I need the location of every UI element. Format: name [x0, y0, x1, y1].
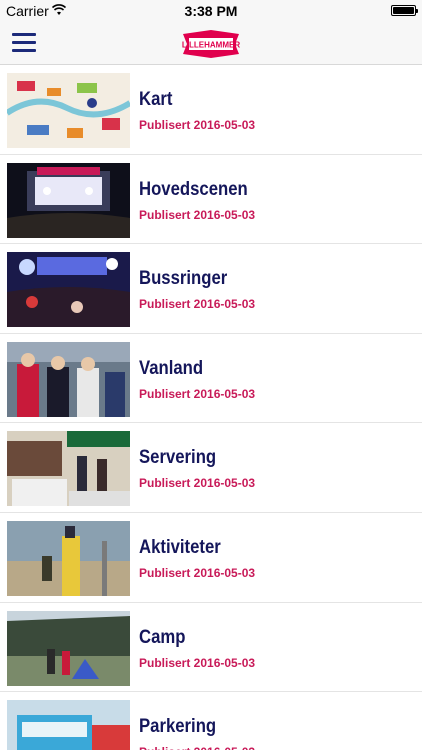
list-item-kart[interactable]: Kart Publisert 2016-05-03: [0, 65, 422, 155]
item-title: Parkering: [139, 716, 217, 738]
status-time: 3:38 PM: [184, 3, 238, 19]
battery-icon: [391, 5, 418, 16]
item-title: Hovedscenen: [139, 178, 248, 200]
article-list: Kart Publisert 2016-05-03 Hovedscenen Publi…: [0, 65, 422, 750]
published-date: Publisert 2016-05-03: [139, 655, 256, 670]
published-date: Publisert 2016-05-03: [139, 297, 256, 312]
item-title: Vanland: [139, 357, 204, 379]
festival-logo: LILLEHAMMER: [182, 30, 240, 58]
published-date: Publisert 2016-05-03: [139, 745, 255, 750]
item-title: Servering: [139, 447, 217, 469]
menu-icon[interactable]: [12, 33, 37, 53]
status-bar: Carrier 3:38 PM: [0, 0, 422, 22]
thumbnail-image: [7, 73, 130, 148]
list-item-servering[interactable]: Servering Publisert 2016-05-03: [0, 423, 422, 513]
thumbnail-image: [7, 341, 130, 417]
published-date: Publisert 2016-05-03: [139, 476, 256, 491]
published-date: Publisert 2016-05-03: [139, 118, 256, 132]
logo-text: LILLEHAMMER: [182, 41, 240, 50]
item-title: Aktiviteter: [139, 536, 221, 558]
navigation-bar: LILLEHAMMER: [0, 22, 422, 65]
thumbnail-image: [7, 610, 130, 686]
thumbnail-image: [7, 431, 130, 507]
list-item-hovedscenen[interactable]: Hovedscenen Publisert 2016-05-03: [0, 155, 422, 245]
published-date: Publisert 2016-05-03: [139, 565, 256, 580]
published-date: Publisert 2016-05-03: [139, 207, 256, 222]
list-item-bussringer[interactable]: Bussringer Publisert 2016-05-03: [0, 244, 422, 334]
list-item-vanland[interactable]: Vanland Publisert 2016-05-03: [0, 334, 422, 424]
thumbnail-image: [7, 700, 130, 750]
published-date: Publisert 2016-05-03: [139, 386, 256, 401]
list-item-parkering[interactable]: Parkering Publisert 2016-05-03: [0, 692, 422, 750]
thumbnail-image: [7, 252, 130, 328]
thumbnail-image: [7, 162, 130, 238]
item-title: Camp: [139, 626, 186, 648]
item-title: Kart: [139, 89, 173, 110]
list-item-aktiviteter[interactable]: Aktiviteter Publisert 2016-05-03: [0, 513, 422, 603]
thumbnail-image: [7, 520, 130, 596]
list-item-camp[interactable]: Camp Publisert 2016-05-03: [0, 603, 422, 693]
item-title: Bussringer: [139, 268, 228, 290]
